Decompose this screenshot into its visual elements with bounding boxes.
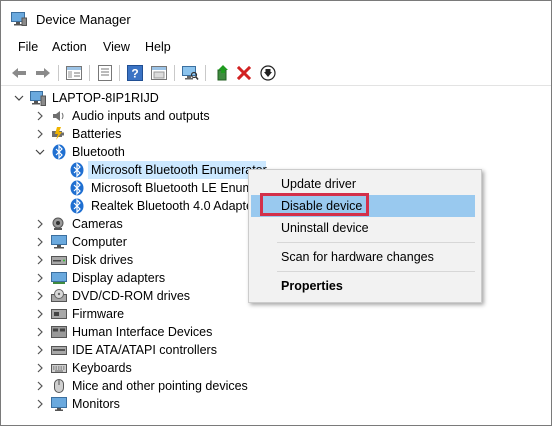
- uninstall-icon[interactable]: [234, 63, 254, 83]
- tree-item-batteries[interactable]: Batteries: [1, 125, 301, 143]
- tree-item-label: Batteries: [72, 127, 122, 141]
- menu-file[interactable]: File: [17, 37, 39, 57]
- menu-item-uninstall-device[interactable]: Uninstall device: [249, 217, 481, 239]
- tree-item-label: Cameras: [72, 217, 123, 231]
- tree-item-label: IDE ATA/ATAPI controllers: [72, 343, 217, 357]
- chevron-right-icon[interactable]: [35, 287, 45, 305]
- display-adapter-icon: [51, 270, 67, 286]
- toolbar-separator: [119, 65, 120, 81]
- hid-icon: [51, 324, 67, 340]
- menu-separator: [277, 271, 475, 272]
- menu-help[interactable]: Help: [144, 37, 172, 57]
- chevron-right-icon[interactable]: [35, 233, 45, 251]
- menu-bar: File Action View Help: [1, 37, 551, 57]
- monitor-scan-icon[interactable]: [180, 63, 200, 83]
- tree-item-label: Human Interface Devices: [72, 325, 213, 339]
- menu-item-properties[interactable]: Properties: [249, 275, 481, 297]
- toolbar-separator: [174, 65, 175, 81]
- tree-item-label: Disk drives: [72, 253, 134, 267]
- device-manager-icon: [11, 12, 27, 26]
- chevron-right-icon[interactable]: [35, 215, 45, 233]
- tree-item-label: Audio inputs and outputs: [72, 109, 210, 123]
- svg-text:?: ?: [131, 67, 138, 81]
- chevron-right-icon[interactable]: [35, 269, 45, 287]
- tree-item-monitors[interactable]: Monitors: [1, 395, 301, 413]
- tree-item-bluetooth[interactable]: Bluetooth: [1, 143, 301, 161]
- update-driver-icon[interactable]: [213, 63, 233, 83]
- bluetooth-icon: [69, 180, 85, 196]
- show-hide-tree-icon[interactable]: [64, 63, 84, 83]
- tree-item-label: Keyboards: [72, 361, 132, 375]
- toolbar-separator: [89, 65, 90, 81]
- bluetooth-icon: [69, 198, 85, 214]
- chevron-right-icon[interactable]: [35, 377, 45, 395]
- device-manager-window: Device Manager File Action View Help ? L…: [0, 0, 552, 426]
- context-menu: Update driver Disable device Uninstall d…: [248, 169, 482, 303]
- help-icon[interactable]: ?: [125, 63, 145, 83]
- window-title: Device Manager: [36, 12, 131, 27]
- battery-icon: [51, 126, 67, 142]
- computer-icon: [51, 234, 67, 250]
- toolbar: ?: [1, 61, 551, 86]
- chevron-right-icon[interactable]: [35, 395, 45, 413]
- firmware-icon: [51, 306, 67, 322]
- tree-item-label: Monitors: [72, 397, 120, 411]
- tree-item-ide-controllers[interactable]: IDE ATA/ATAPI controllers: [1, 341, 301, 359]
- chevron-right-icon[interactable]: [35, 305, 45, 323]
- tree-root[interactable]: LAPTOP-8IP1RIJD: [1, 89, 301, 107]
- dvd-drive-icon: [51, 288, 67, 304]
- tree-item-label: DVD/CD-ROM drives: [72, 289, 191, 303]
- tree-item-label: Display adapters: [72, 271, 166, 285]
- tree-item-label: Firmware: [72, 307, 125, 321]
- title-bar: Device Manager: [1, 1, 551, 35]
- chevron-right-icon[interactable]: [35, 341, 45, 359]
- chevron-right-icon[interactable]: [35, 323, 45, 341]
- tree-root-label: LAPTOP-8IP1RIJD: [52, 91, 159, 105]
- chevron-right-icon[interactable]: [35, 125, 45, 143]
- menu-view[interactable]: View: [102, 37, 131, 57]
- tree-item-mice[interactable]: Mice and other pointing devices: [1, 377, 301, 395]
- monitor-icon: [51, 396, 67, 412]
- ide-controller-icon: [51, 342, 67, 358]
- mouse-icon: [51, 378, 67, 394]
- menu-separator: [277, 242, 475, 243]
- bluetooth-icon: [51, 144, 67, 160]
- chevron-right-icon[interactable]: [35, 359, 45, 377]
- chevron-right-icon[interactable]: [35, 107, 45, 125]
- callout-highlight-box: [260, 193, 369, 216]
- tree-item-label: Computer: [72, 235, 127, 249]
- bluetooth-icon: [69, 162, 85, 178]
- tree-item-human-interface-devices[interactable]: Human Interface Devices: [1, 323, 301, 341]
- menu-item-update-driver[interactable]: Update driver: [249, 173, 481, 195]
- device-view-icon[interactable]: [149, 63, 169, 83]
- chevron-right-icon[interactable]: [35, 251, 45, 269]
- tree-item-firmware[interactable]: Firmware: [1, 305, 301, 323]
- menu-action[interactable]: Action: [51, 37, 88, 57]
- computer-icon: [30, 90, 46, 106]
- chevron-down-icon[interactable]: [35, 143, 45, 161]
- properties-icon[interactable]: [95, 63, 115, 83]
- toolbar-separator: [58, 65, 59, 81]
- tree-item-label: Realtek Bluetooth 4.0 Adapter: [91, 199, 258, 213]
- tree-item-keyboards[interactable]: Keyboards: [1, 359, 301, 377]
- disk-drive-icon: [51, 252, 67, 268]
- menu-item-scan-hardware[interactable]: Scan for hardware changes: [249, 246, 481, 268]
- speaker-icon: [51, 108, 67, 124]
- chevron-down-icon[interactable]: [14, 89, 24, 107]
- keyboard-icon: [51, 360, 67, 376]
- tree-item-label: Mice and other pointing devices: [72, 379, 248, 393]
- tree-item-audio[interactable]: Audio inputs and outputs: [1, 107, 301, 125]
- forward-arrow-icon[interactable]: [33, 63, 53, 83]
- tree-item-label: Bluetooth: [72, 145, 125, 159]
- download-icon[interactable]: [258, 63, 278, 83]
- back-arrow-icon[interactable]: [9, 63, 29, 83]
- camera-icon: [51, 216, 67, 232]
- toolbar-separator: [205, 65, 206, 81]
- tree-item-label: Microsoft Bluetooth Enumerator: [91, 163, 267, 177]
